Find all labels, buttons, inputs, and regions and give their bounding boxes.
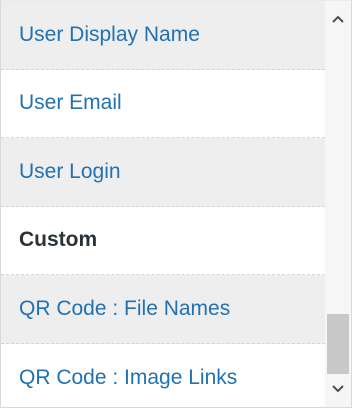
chevron-up-icon	[332, 15, 344, 23]
list-item-qr-code-file-names[interactable]: QR Code : File Names	[1, 275, 325, 344]
vertical-scrollbar[interactable]	[325, 1, 351, 407]
scrollbar-thumb[interactable]	[327, 314, 349, 374]
list-item-user-display-name[interactable]: User Display Name	[1, 1, 325, 70]
list-item-label: User Login	[19, 159, 121, 183]
option-list: User Display Name User Email User Login …	[1, 1, 325, 407]
list-item-label: User Email	[19, 91, 122, 115]
list-item-user-login[interactable]: User Login	[1, 138, 325, 207]
scroll-up-button[interactable]	[325, 7, 351, 31]
list-item-user-email[interactable]: User Email	[1, 70, 325, 138]
group-heading-custom: Custom	[1, 207, 325, 275]
group-heading-label: Custom	[19, 228, 98, 252]
scroll-down-button[interactable]	[325, 377, 351, 401]
list-item-label: QR Code : File Names	[19, 296, 231, 320]
list-item-label: QR Code : Image Links	[19, 365, 238, 389]
list-item-label: User Display Name	[19, 22, 200, 46]
option-listbox[interactable]: User Display Name User Email User Login …	[0, 0, 352, 408]
list-item-qr-code-image-links[interactable]: QR Code : Image Links	[1, 344, 325, 408]
chevron-down-icon	[332, 385, 344, 393]
